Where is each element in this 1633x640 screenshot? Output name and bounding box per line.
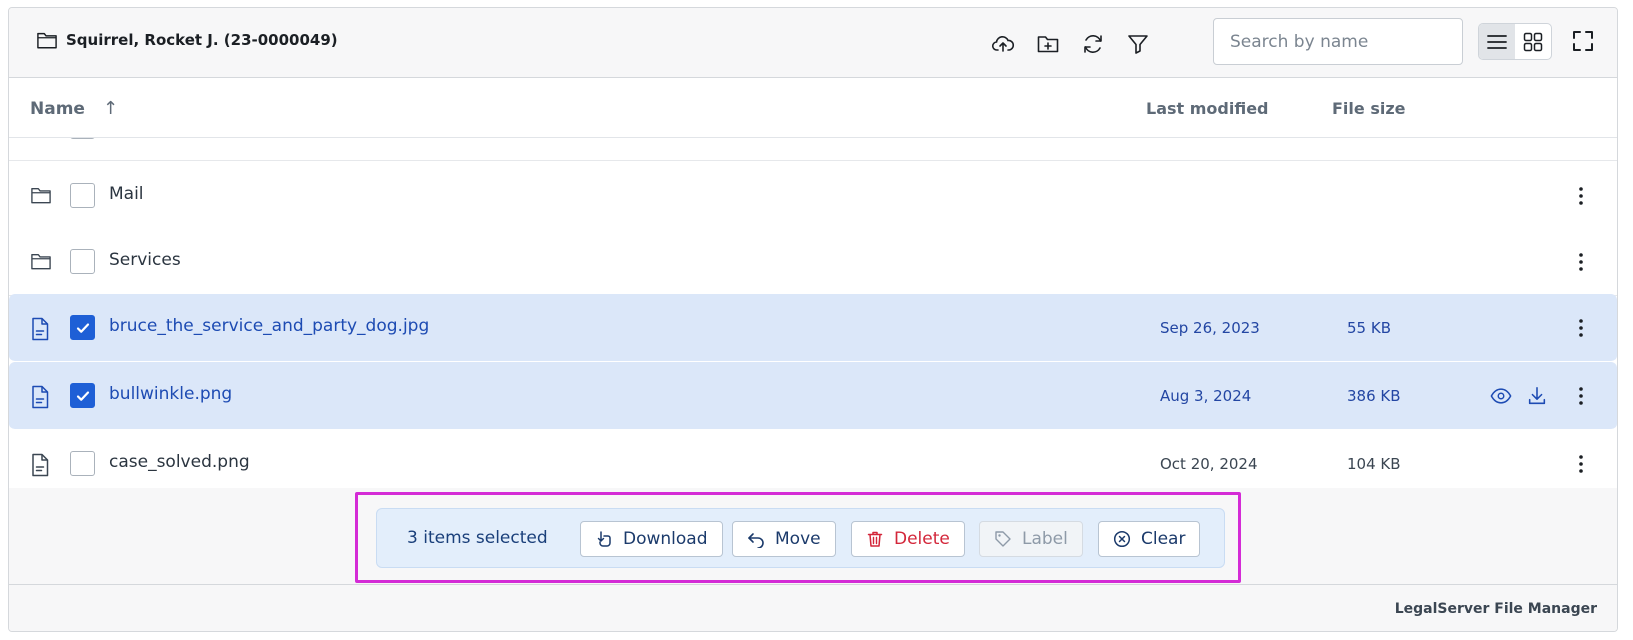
move-button[interactable]: Move xyxy=(732,521,836,557)
row-checkbox[interactable] xyxy=(70,451,95,476)
more-options-icon[interactable] xyxy=(1569,316,1593,340)
checkmark-icon xyxy=(76,322,89,333)
file-date: Oct 20, 2024 xyxy=(1160,455,1258,473)
download-button[interactable]: Download xyxy=(580,521,723,557)
file-name[interactable]: bruce_the_service_and_party_dog.jpg xyxy=(109,316,429,336)
delete-button[interactable]: Delete xyxy=(851,521,965,557)
list-item[interactable]: Services xyxy=(9,228,1617,296)
column-header: Name ↑ Last modified File size xyxy=(9,78,1617,138)
selection-action-bar: 3 items selected Download Move Delete La… xyxy=(376,508,1225,568)
row-checkbox[interactable] xyxy=(70,138,95,139)
more-options-icon[interactable] xyxy=(1569,384,1593,408)
more-options-icon[interactable] xyxy=(1569,184,1593,208)
footer: LegalServer File Manager xyxy=(9,584,1617,631)
list-item[interactable]: bruce_the_service_and_party_dog.jpg Sep … xyxy=(9,294,1617,362)
list-item[interactable]: case_solved.png Oct 20, 2024 104 KB xyxy=(9,430,1617,488)
selection-count: 3 items selected xyxy=(407,528,548,548)
checkmark-icon xyxy=(76,390,89,401)
filter-icon[interactable] xyxy=(1124,30,1152,58)
tag-icon xyxy=(994,530,1012,548)
new-folder-icon[interactable] xyxy=(1034,30,1062,58)
file-size: 104 KB xyxy=(1347,455,1401,473)
file-name[interactable]: case_solved.png xyxy=(109,452,250,472)
upload-icon[interactable] xyxy=(989,30,1017,58)
name-column-header[interactable]: Name ↑ xyxy=(30,98,118,119)
file-size-column-header[interactable]: File size xyxy=(1332,99,1406,118)
row-checkbox[interactable] xyxy=(70,315,95,340)
file-icon xyxy=(30,453,50,477)
footer-brand: LegalServer File Manager xyxy=(1394,601,1597,617)
refresh-icon[interactable] xyxy=(1079,30,1107,58)
row-checkbox[interactable] xyxy=(70,249,95,274)
folder-icon xyxy=(30,251,52,271)
undo-arrow-icon xyxy=(747,530,765,548)
last-modified-column-header[interactable]: Last modified xyxy=(1146,99,1269,118)
search-input[interactable] xyxy=(1213,18,1463,65)
file-name[interactable]: Services xyxy=(109,250,181,270)
list-icon xyxy=(1487,33,1507,51)
fullscreen-icon[interactable] xyxy=(1569,27,1597,55)
grid-view-button[interactable] xyxy=(1515,24,1551,59)
file-icon xyxy=(30,317,50,341)
row-checkbox[interactable] xyxy=(70,183,95,208)
download-icon[interactable] xyxy=(1525,384,1549,408)
more-options-icon[interactable] xyxy=(1569,250,1593,274)
list-item xyxy=(9,138,1617,161)
folder-icon xyxy=(30,185,52,205)
clear-button[interactable]: Clear xyxy=(1098,521,1201,557)
file-list: Mail Services bruce_the_service_and_part… xyxy=(9,138,1617,488)
label-button[interactable]: Label xyxy=(979,521,1083,557)
download-hand-icon xyxy=(595,530,613,548)
file-icon xyxy=(30,385,50,409)
file-date: Sep 26, 2023 xyxy=(1160,319,1260,337)
folder-icon xyxy=(36,30,58,50)
list-item[interactable]: Mail xyxy=(9,162,1617,230)
trash-icon xyxy=(866,530,884,548)
file-name[interactable]: bullwinkle.png xyxy=(109,384,232,404)
close-circle-icon xyxy=(1113,530,1131,548)
row-checkbox[interactable] xyxy=(70,383,95,408)
file-size: 386 KB xyxy=(1347,387,1401,405)
breadcrumb: Squirrel, Rocket J. (23-0000049) xyxy=(36,30,338,50)
file-date: Aug 3, 2024 xyxy=(1160,387,1252,405)
page-title: Squirrel, Rocket J. (23-0000049) xyxy=(66,31,338,49)
view-mode-toggle xyxy=(1478,23,1552,60)
file-size: 55 KB xyxy=(1347,319,1391,337)
grid-icon xyxy=(1523,32,1543,52)
sort-ascending-icon: ↑ xyxy=(102,98,119,119)
preview-eye-icon[interactable] xyxy=(1489,384,1513,408)
toolbar: Squirrel, Rocket J. (23-0000049) xyxy=(9,8,1617,78)
more-options-icon[interactable] xyxy=(1569,452,1593,476)
list-item[interactable]: bullwinkle.png Aug 3, 2024 386 KB xyxy=(9,362,1617,430)
list-view-button[interactable] xyxy=(1479,24,1515,59)
file-name[interactable]: Mail xyxy=(109,184,144,204)
